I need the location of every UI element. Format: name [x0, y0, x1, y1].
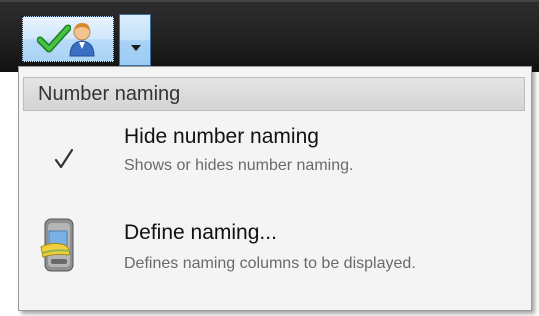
menu-item-title: Define naming...: [124, 221, 277, 244]
menu-item-description: Defines naming columns to be displayed.: [124, 255, 416, 272]
menu-header: Number naming: [23, 77, 525, 111]
menu-item-title: Hide number naming: [124, 125, 319, 148]
number-naming-button[interactable]: [22, 16, 114, 62]
phone-icon: [39, 217, 79, 277]
checkmark-icon: [53, 147, 75, 175]
menu-item-define-naming[interactable]: Define naming... Defines naming columns …: [23, 207, 525, 303]
person-icon: [67, 21, 97, 61]
toolbar: [0, 0, 539, 72]
menu-item-hide-number-naming[interactable]: Hide number naming Shows or hides number…: [23, 119, 525, 199]
check-icon: [36, 23, 72, 59]
dropdown-menu: Number naming Hide number naming Shows o…: [18, 66, 532, 311]
menu-item-description: Shows or hides number naming.: [124, 157, 354, 174]
toolbar-edge: [0, 0, 539, 2]
dropdown-button[interactable]: [119, 14, 151, 66]
chevron-down-icon: [131, 36, 141, 55]
